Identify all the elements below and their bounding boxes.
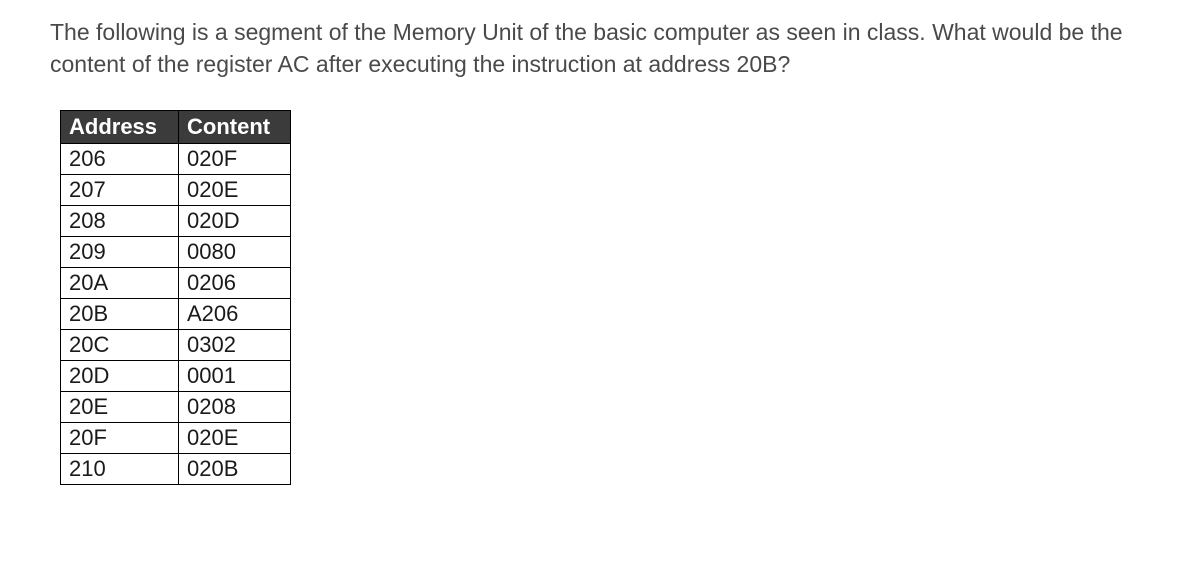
table-row: 20A 0206 <box>61 268 291 299</box>
address-cell: 20D <box>61 361 179 392</box>
content-cell: A206 <box>179 299 291 330</box>
address-cell: 209 <box>61 237 179 268</box>
table-row: 208 020D <box>61 206 291 237</box>
table-row: 210 020B <box>61 454 291 485</box>
address-cell: 210 <box>61 454 179 485</box>
table-row: 209 0080 <box>61 237 291 268</box>
content-cell: 020F <box>179 144 291 175</box>
content-cell: 0206 <box>179 268 291 299</box>
address-header: Address <box>61 111 179 144</box>
table-row: 20E 0208 <box>61 392 291 423</box>
table-row: 20D 0001 <box>61 361 291 392</box>
content-cell: 020E <box>179 423 291 454</box>
address-cell: 207 <box>61 175 179 206</box>
content-cell: 020E <box>179 175 291 206</box>
content-cell: 0080 <box>179 237 291 268</box>
table-row: 206 020F <box>61 144 291 175</box>
table-row: 207 020E <box>61 175 291 206</box>
content-header: Content <box>179 111 291 144</box>
table-row: 20B A206 <box>61 299 291 330</box>
table-row: 20C 0302 <box>61 330 291 361</box>
content-cell: 0302 <box>179 330 291 361</box>
table-header-row: Address Content <box>61 111 291 144</box>
question-text: The following is a segment of the Memory… <box>50 16 1150 80</box>
address-cell: 20C <box>61 330 179 361</box>
address-cell: 208 <box>61 206 179 237</box>
memory-table: Address Content 206 020F 207 020E 208 02… <box>60 110 291 485</box>
address-cell: 20F <box>61 423 179 454</box>
content-cell: 020D <box>179 206 291 237</box>
address-cell: 20A <box>61 268 179 299</box>
table-row: 20F 020E <box>61 423 291 454</box>
address-cell: 206 <box>61 144 179 175</box>
content-cell: 0001 <box>179 361 291 392</box>
address-cell: 20B <box>61 299 179 330</box>
address-cell: 20E <box>61 392 179 423</box>
content-cell: 020B <box>179 454 291 485</box>
content-cell: 0208 <box>179 392 291 423</box>
